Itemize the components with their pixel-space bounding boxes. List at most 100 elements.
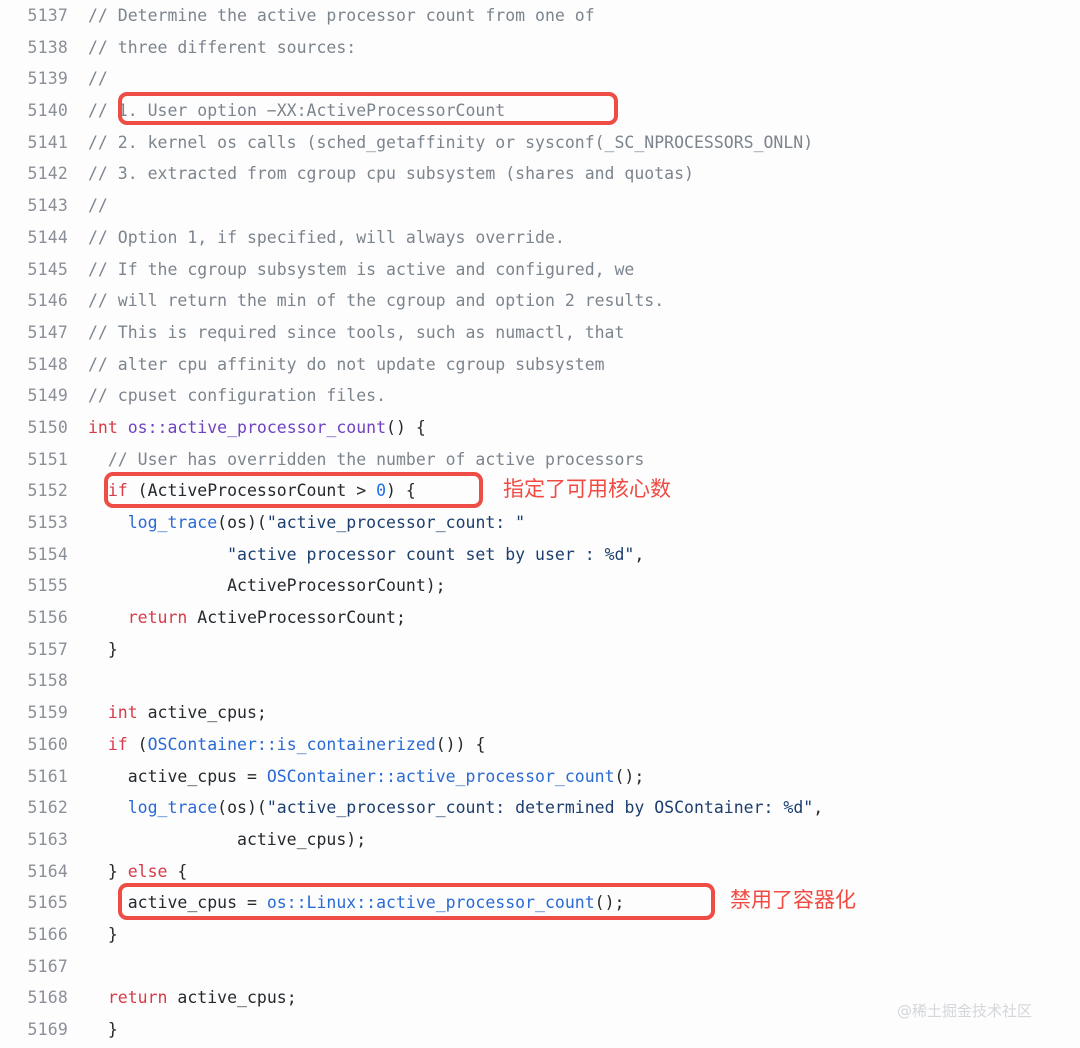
code-token: // will return the min of the cgroup and… (88, 291, 665, 311)
code-viewer: 5137 // Determine the active processor co… (0, 0, 1080, 1048)
code-line: 5144 // Option 1, if specified, will alwa… (0, 222, 1080, 254)
code-line: 5148 // alter cpu affinity do not update … (0, 349, 1080, 381)
code-line: 5162 log_trace(os)("active_processor_cou… (0, 792, 1080, 824)
line-number: 5162 (27, 798, 68, 818)
code-token: active_cpus = (88, 893, 267, 913)
code-line: 5139 // (0, 63, 1080, 95)
code-line: 5145 // If the cgroup subsystem is active… (0, 254, 1080, 286)
line-number: 5138 (27, 37, 68, 57)
line-number: 5142 (27, 164, 68, 184)
line-code: } (68, 634, 118, 666)
code-line: 5142 // 3. extracted from cgroup cpu subs… (0, 158, 1080, 190)
line-number: 5139 (27, 69, 68, 89)
line-number: 5166 (27, 924, 68, 944)
code-line: 5166 } (0, 919, 1080, 951)
line-number: 5167 (27, 956, 68, 976)
line-number: 5150 (27, 417, 68, 437)
line-number: 5154 (27, 544, 68, 564)
code-token: OSContainer::active_processor_count (266, 766, 615, 786)
line-number: 5159 (27, 703, 68, 723)
code-token: // three different sources: (88, 37, 357, 57)
line-code: log_trace(os)("active_processor_count: " (68, 507, 525, 539)
line-number: 5153 (27, 513, 68, 532)
line-code: int os::active_processor_count() { (68, 412, 426, 444)
line-number: 5169 (27, 1020, 68, 1039)
line-number: 5157 (27, 639, 68, 659)
line-code: } (68, 919, 118, 951)
code-token: // alter cpu affinity do not update cgro… (88, 354, 605, 374)
code-line: 5159 int active_cpus; (0, 697, 1080, 729)
code-token: int (88, 417, 118, 437)
code-token: // (88, 69, 108, 89)
line-code: return active_cpus; (68, 982, 297, 1014)
code-line: 5147 // This is required since tools, suc… (0, 317, 1080, 349)
code-token: if (107, 481, 128, 501)
code-token: // If the cgroup subsystem is active and… (88, 259, 635, 279)
code-token: ()) { (435, 734, 486, 754)
code-line: 5155 ActiveProcessorCount); (0, 570, 1080, 602)
code-token: "active processor count set by user : %d… (227, 544, 635, 564)
code-token: ( (127, 734, 148, 754)
code-line: 5138 // three different sources: (0, 32, 1080, 64)
line-number: 5147 (27, 322, 68, 342)
code-line: 5158 (0, 665, 1080, 697)
line-code: // (68, 190, 108, 222)
code-line: 5163 active_cpus); (0, 824, 1080, 856)
code-token: } (88, 1020, 118, 1039)
line-code: if (ActiveProcessorCount > 0) { (68, 475, 416, 507)
line-number: 5140 (27, 101, 68, 121)
code-line: 5143 // (0, 190, 1080, 222)
code-line: 5164 } else { (0, 856, 1080, 888)
code-line: 5137 // Determine the active processor co… (0, 0, 1080, 32)
line-code: // 1. User option −XX:ActiveProcessorCou… (68, 95, 505, 127)
code-token: (); (594, 893, 625, 913)
code-line: 5150 int os::active_processor_count() { (0, 412, 1080, 444)
code-token: if (107, 734, 128, 754)
line-code: // If the cgroup subsystem is active and… (68, 254, 634, 286)
code-token: () { (386, 417, 426, 437)
code-token: } (88, 639, 118, 659)
annotation-containerization-disabled: 禁用了容器化 (730, 888, 856, 912)
line-code: "active processor count set by user : %d… (68, 539, 644, 571)
code-line: 5149 // cpuset configuration files. (0, 380, 1080, 412)
line-number: 5146 (27, 291, 68, 311)
line-number: 5161 (27, 766, 68, 786)
code-token: (ActiveProcessorCount > (127, 481, 377, 501)
line-number: 5151 (27, 449, 68, 469)
code-token: return (107, 988, 168, 1008)
code-token: } (88, 861, 128, 881)
code-line: 5146 // will return the min of the cgroup… (0, 285, 1080, 317)
line-number: 5152 (27, 481, 68, 501)
line-code: return ActiveProcessorCount; (68, 602, 406, 634)
line-number: 5144 (27, 227, 68, 247)
code-token: active_cpus; (137, 703, 267, 723)
code-token: , (813, 798, 824, 818)
line-number: 5168 (27, 988, 68, 1008)
code-token: (os)( (217, 513, 267, 532)
line-number: 5163 (27, 829, 68, 849)
line-number: 5141 (27, 132, 68, 152)
code-line-list: 5137 // Determine the active processor co… (0, 0, 1080, 1046)
line-code: // (68, 63, 108, 95)
line-number: 5158 (27, 671, 68, 691)
code-token: log_trace (127, 798, 218, 818)
annotation-specified-cores: 指定了可用核心数 (503, 477, 671, 501)
code-token: os::Linux::active_processor_count (266, 893, 595, 913)
line-code: if (OSContainer::is_containerized()) { (68, 729, 486, 761)
code-token: active_cpus; (167, 988, 297, 1008)
code-token: // User has overridden the number of act… (88, 449, 645, 469)
code-token: return (127, 608, 188, 628)
code-token: active_cpus); (88, 829, 367, 849)
code-line: 5165 active_cpus = os::Linux::active_pro… (0, 887, 1080, 919)
code-token: // cpuset configuration files. (88, 386, 387, 406)
code-line: 5161 active_cpus = OSContainer::active_p… (0, 761, 1080, 793)
line-code: active_cpus = os::Linux::active_processo… (68, 887, 625, 919)
code-token: // 3. extracted from cgroup cpu subsyste… (88, 164, 694, 184)
code-token: , (634, 544, 645, 564)
code-token: // This is required since tools, such as… (88, 322, 625, 342)
